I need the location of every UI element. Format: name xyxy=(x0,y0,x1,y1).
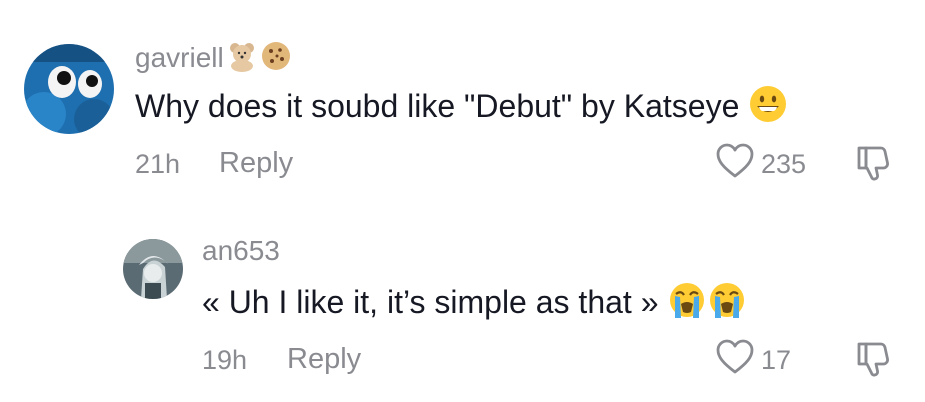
like-count: 235 xyxy=(761,148,807,179)
heart-icon[interactable] xyxy=(715,142,761,187)
loudly-crying-face-icon xyxy=(707,280,747,329)
comment-username[interactable]: gavriell xyxy=(135,40,292,79)
username-text[interactable]: gavriell xyxy=(135,42,224,73)
comment-time: 21h xyxy=(135,149,181,179)
comment-text: « Uh I like it, it’s simple as that » xyxy=(202,280,747,329)
reply-button[interactable]: Reply xyxy=(219,147,293,179)
avatar[interactable] xyxy=(123,239,183,299)
like-button[interactable]: 17 xyxy=(715,338,791,382)
comment-time: 19h xyxy=(202,345,248,375)
thumbs-down-icon[interactable] xyxy=(855,146,891,186)
comment-text-content: Why does it soubd like "Debut" by Katsey… xyxy=(135,87,740,124)
reply-comment-item: an653 « Uh I like it, it’s simple as tha… xyxy=(0,200,925,402)
comment-text-content: « Uh I like it, it’s simple as that » xyxy=(202,283,659,320)
thumbs-down-icon[interactable] xyxy=(855,342,891,382)
heart-icon[interactable] xyxy=(715,338,761,383)
teddy-bear-icon xyxy=(226,40,258,79)
comment-item: gavriell Why does it soubd like "Debut" … xyxy=(0,0,925,200)
reply-button[interactable]: Reply xyxy=(287,343,361,375)
avatar[interactable] xyxy=(24,44,114,134)
like-button[interactable]: 235 xyxy=(715,142,806,186)
loudly-crying-face-icon xyxy=(667,280,707,329)
dislike-button[interactable] xyxy=(855,340,891,383)
cookie-icon xyxy=(260,40,292,79)
grinning-face-icon xyxy=(748,84,788,133)
dislike-button[interactable] xyxy=(855,144,891,187)
comment-username[interactable]: an653 xyxy=(202,235,280,267)
like-count: 17 xyxy=(761,344,792,375)
comment-text: Why does it soubd like "Debut" by Katsey… xyxy=(135,84,788,133)
